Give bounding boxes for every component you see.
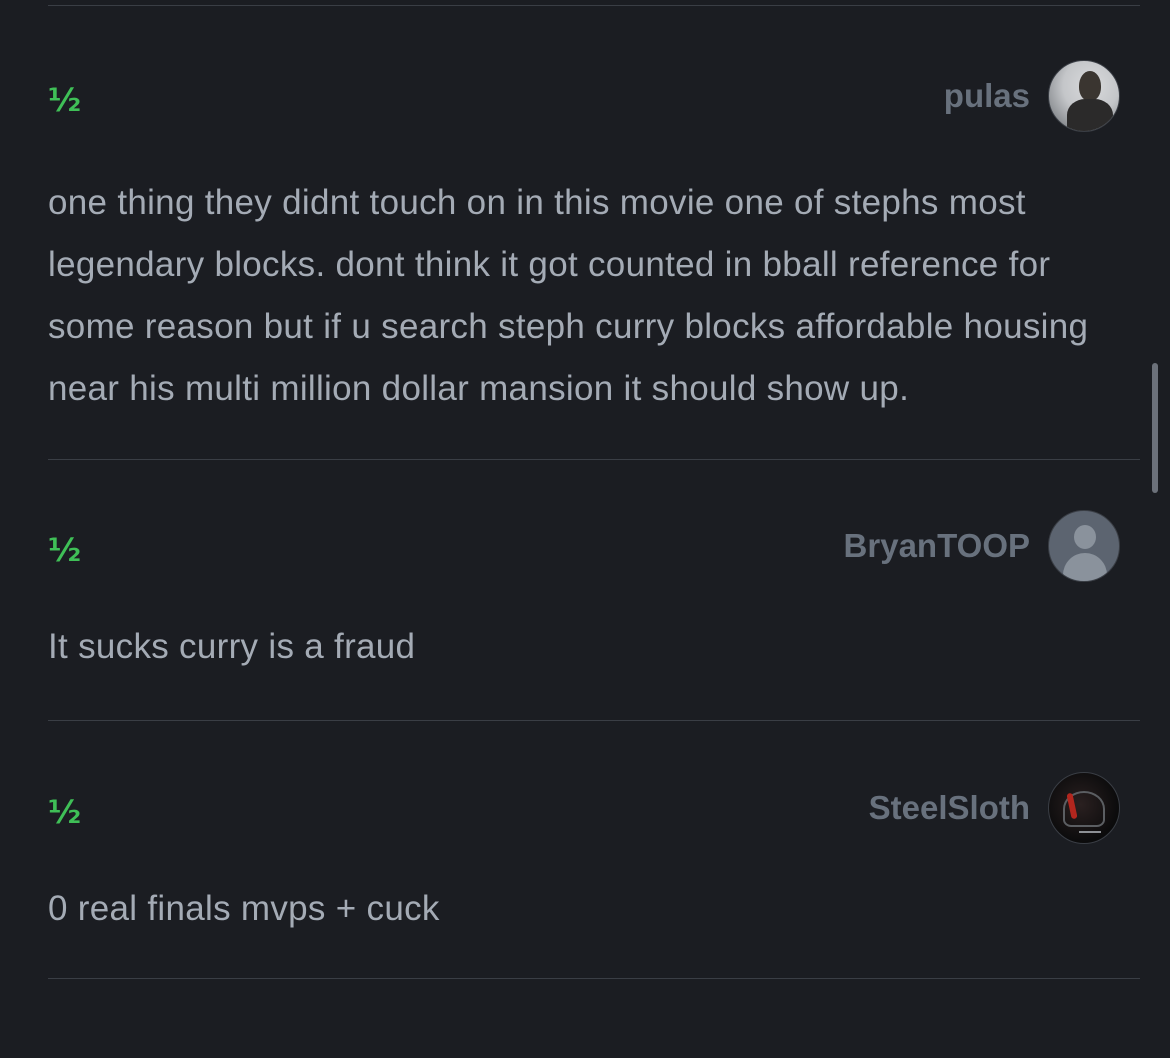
- review-author[interactable]: BryanTOOP: [844, 508, 1120, 584]
- review-author[interactable]: SteelSloth: [869, 770, 1120, 846]
- rating-half-star: ½: [48, 81, 82, 119]
- divider: [48, 5, 1140, 6]
- default-avatar-icon[interactable]: [1048, 510, 1120, 582]
- scrollbar-thumb[interactable]: [1152, 363, 1158, 493]
- review-author[interactable]: pulas: [944, 58, 1120, 134]
- avatar[interactable]: [1048, 772, 1120, 844]
- review-text: 0 real finals mvps + cuck: [48, 889, 440, 928]
- divider: [48, 459, 1140, 460]
- username[interactable]: pulas: [944, 77, 1030, 115]
- review-header: ½ SteelSloth: [48, 770, 1140, 846]
- rating-half-star: ½: [48, 793, 82, 831]
- review-text: one thing they didnt touch on in this mo…: [48, 183, 1089, 408]
- rating-half-star: ½: [48, 531, 82, 569]
- review-header: ½ pulas: [48, 58, 1140, 134]
- username[interactable]: BryanTOOP: [844, 527, 1030, 565]
- avatar[interactable]: [1048, 60, 1120, 132]
- divider: [48, 978, 1140, 979]
- review-feed: ½ pulas one thing they didnt touch on in…: [48, 0, 1140, 979]
- review-header: ½ BryanTOOP: [48, 508, 1140, 584]
- review-item: ½ pulas one thing they didnt touch on in…: [48, 58, 1140, 420]
- review-item: ½ BryanTOOP It sucks curry is a fraud: [48, 508, 1140, 678]
- username[interactable]: SteelSloth: [869, 789, 1030, 827]
- review-text: It sucks curry is a fraud: [48, 627, 416, 666]
- divider: [48, 720, 1140, 721]
- review-item: ½ SteelSloth 0 real finals mvps + cuck: [48, 770, 1140, 940]
